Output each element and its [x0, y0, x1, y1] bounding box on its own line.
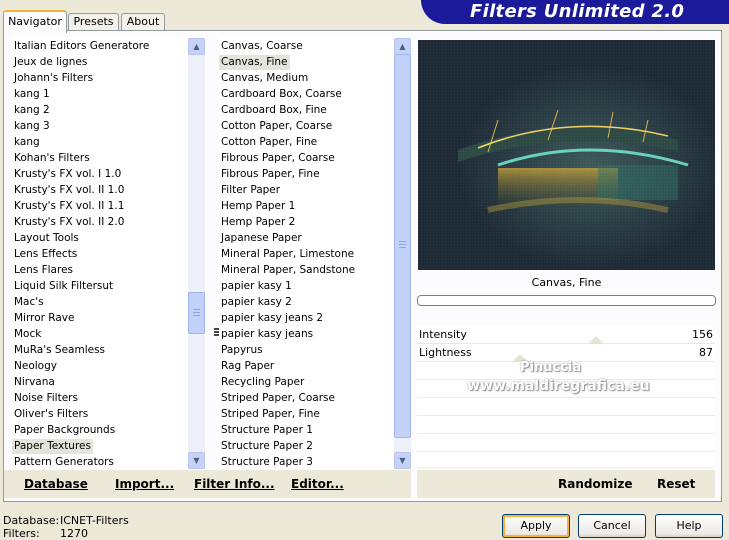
filter-list[interactable]: Canvas, Coarse Canvas, Fine Canvas, Medium…	[219, 37, 394, 469]
filter-item[interactable]: Filter Paper	[219, 183, 282, 198]
category-item[interactable]: Mac's	[12, 295, 46, 310]
filter-item[interactable]: Recycling Paper	[219, 375, 306, 390]
empty-param-row	[417, 398, 715, 416]
filter-item[interactable]: Fibrous Paper, Coarse	[219, 151, 337, 166]
category-item[interactable]: Krusty's FX vol. II 1.0	[12, 183, 126, 198]
apply-button[interactable]: Apply	[502, 514, 570, 538]
filter-item[interactable]: Striped Paper, Fine	[219, 407, 322, 422]
category-item[interactable]: Layout Tools	[12, 231, 81, 246]
filter-item[interactable]: Japanese Paper	[219, 231, 304, 246]
filter-item[interactable]: papier kasy jeans 2	[219, 311, 325, 326]
intensity-slider-marker[interactable]	[587, 336, 604, 344]
param-value: 156	[692, 328, 713, 341]
filter-item[interactable]: papier kasy 1	[219, 279, 294, 294]
help-button[interactable]: Help	[655, 514, 723, 538]
database-label: Database:	[3, 514, 60, 527]
category-item[interactable]: Lens Flares	[12, 263, 75, 278]
filter-item[interactable]: Rag Paper	[219, 359, 276, 374]
filter-item[interactable]: Cotton Paper, Coarse	[219, 119, 334, 134]
filter-item[interactable]: Hemp Paper 1	[219, 199, 297, 214]
param-name: Intensity	[419, 328, 467, 341]
category-item[interactable]: Italian Editors Generatore	[12, 39, 151, 54]
param-slider-intensity[interactable]: Intensity 156	[417, 326, 715, 344]
category-item[interactable]: Paper Textures	[12, 439, 93, 454]
category-item[interactable]: Nirvana	[12, 375, 57, 390]
empty-param-row	[417, 434, 715, 452]
filter-scrollbar[interactable]: ▲ ▼	[394, 38, 411, 469]
filters-label: Filters:	[3, 527, 40, 540]
empty-param-row	[417, 452, 715, 468]
cancel-button[interactable]: Cancel	[578, 514, 646, 538]
database-button[interactable]: Database	[24, 477, 88, 491]
randomize-button[interactable]: Randomize	[558, 477, 632, 491]
category-item[interactable]: Oliver's Filters	[12, 407, 90, 422]
database-value: ICNET-Filters	[60, 514, 129, 527]
tab-presets[interactable]: Presets	[68, 13, 119, 31]
category-scroll-thumb[interactable]	[188, 292, 205, 334]
filter-item[interactable]: Cotton Paper, Fine	[219, 135, 319, 150]
param-value: 87	[699, 346, 713, 359]
filters-count: 1270	[60, 527, 88, 540]
list-grip-icon	[214, 328, 219, 339]
category-item[interactable]: Krusty's FX vol. I 1.0	[12, 167, 123, 182]
filter-item[interactable]: Fibrous Paper, Fine	[219, 167, 322, 182]
filter-item[interactable]: Structure Paper 3	[219, 455, 315, 469]
filter-item[interactable]: Mineral Paper, Limestone	[219, 247, 356, 262]
filter-item[interactable]: Canvas, Fine	[219, 55, 290, 70]
filter-item[interactable]: Cardboard Box, Coarse	[219, 87, 344, 102]
filter-item[interactable]: Mineral Paper, Sandstone	[219, 263, 357, 278]
filter-item[interactable]: Hemp Paper 2	[219, 215, 297, 230]
filter-item[interactable]: papier kasy jeans	[219, 327, 315, 342]
import-button[interactable]: Import...	[115, 477, 174, 491]
filter-preview-image	[418, 40, 715, 270]
category-item[interactable]: Pattern Generators	[12, 455, 116, 469]
category-item[interactable]: Jeux de lignes	[12, 55, 89, 70]
category-item[interactable]: Johann's Filters	[12, 71, 95, 86]
filter-item[interactable]: papier kasy 2	[219, 295, 294, 310]
watermark-url: www.maldiregrafica.eu	[467, 378, 650, 394]
category-list[interactable]: Italian Editors Generatore Jeux de lignes…	[12, 37, 189, 469]
category-item[interactable]: Neology	[12, 359, 59, 374]
category-item[interactable]: MuRa's Seamless	[12, 343, 107, 358]
filter-scroll-thumb[interactable]	[394, 54, 411, 438]
scroll-up-icon[interactable]: ▲	[394, 38, 411, 55]
filter-item[interactable]: Structure Paper 2	[219, 439, 315, 454]
category-item[interactable]: Krusty's FX vol. II 1.1	[12, 199, 126, 214]
category-item[interactable]: Kohan's Filters	[12, 151, 92, 166]
scroll-down-icon[interactable]: ▼	[394, 452, 411, 469]
category-item[interactable]: kang 3	[12, 119, 52, 134]
filter-info-button[interactable]: Filter Info...	[194, 477, 275, 491]
tab-about[interactable]: About	[121, 13, 165, 31]
banner-title: Filters Unlimited 2.0	[470, 1, 685, 22]
filter-item[interactable]: Structure Paper 1	[219, 423, 315, 438]
param-name: Lightness	[419, 346, 472, 359]
filter-item[interactable]: Papyrus	[219, 343, 265, 358]
category-item[interactable]: Mirror Rave	[12, 311, 76, 326]
filter-item[interactable]: Striped Paper, Coarse	[219, 391, 337, 406]
category-item[interactable]: Mock	[12, 327, 43, 342]
category-item[interactable]: Liquid Silk Filtersut	[12, 279, 115, 294]
category-scrollbar[interactable]: ▲ ▼	[188, 38, 205, 469]
filter-item[interactable]: Cardboard Box, Fine	[219, 103, 329, 118]
category-item[interactable]: Paper Backgrounds	[12, 423, 117, 438]
category-item[interactable]: kang 2	[12, 103, 52, 118]
editor-button[interactable]: Editor...	[291, 477, 344, 491]
filter-item[interactable]: Canvas, Coarse	[219, 39, 305, 54]
category-item[interactable]: kang	[12, 135, 42, 150]
empty-param-row	[417, 416, 715, 434]
watermark-name: Pinuccia	[520, 360, 582, 375]
filter-item[interactable]: Canvas, Medium	[219, 71, 310, 86]
preview-caption: Canvas, Fine	[531, 276, 602, 289]
category-item[interactable]: Lens Effects	[12, 247, 79, 262]
category-item[interactable]: Noise Filters	[12, 391, 80, 406]
category-item[interactable]: kang 1	[12, 87, 52, 102]
progress-bar	[417, 295, 716, 306]
reset-button[interactable]: Reset	[657, 477, 695, 491]
scroll-down-icon[interactable]: ▼	[188, 452, 205, 469]
category-item[interactable]: Krusty's FX vol. II 2.0	[12, 215, 126, 230]
tab-navigator[interactable]: Navigator	[3, 10, 67, 33]
scroll-up-icon[interactable]: ▲	[188, 38, 205, 55]
